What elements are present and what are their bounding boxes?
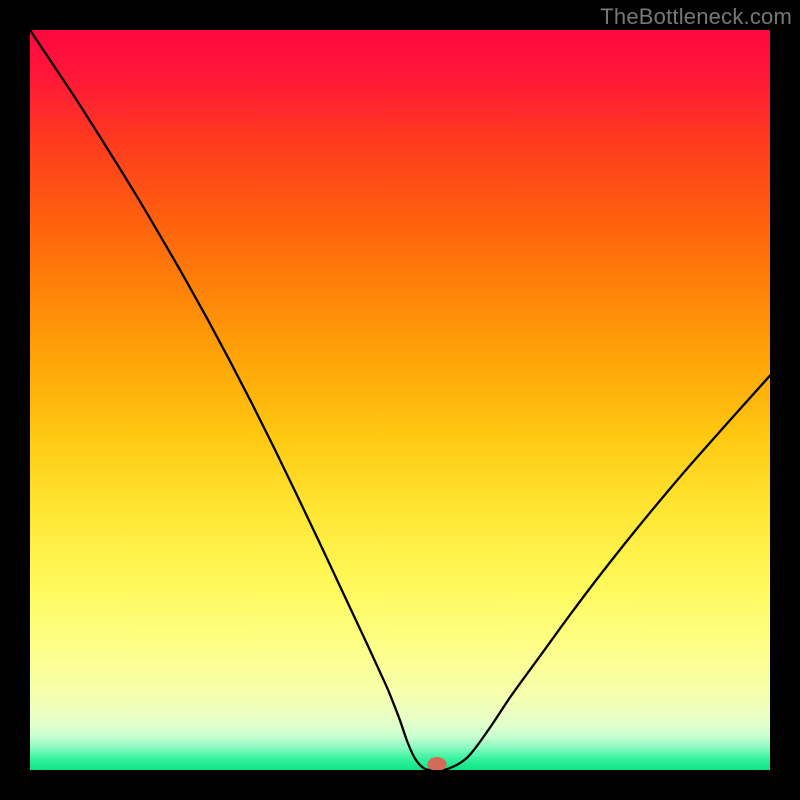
chart-svg	[30, 30, 770, 770]
chart-frame: TheBottleneck.com	[0, 0, 800, 800]
gradient-background	[30, 30, 770, 770]
watermark-text: TheBottleneck.com	[600, 4, 792, 30]
plot-area	[30, 30, 770, 770]
